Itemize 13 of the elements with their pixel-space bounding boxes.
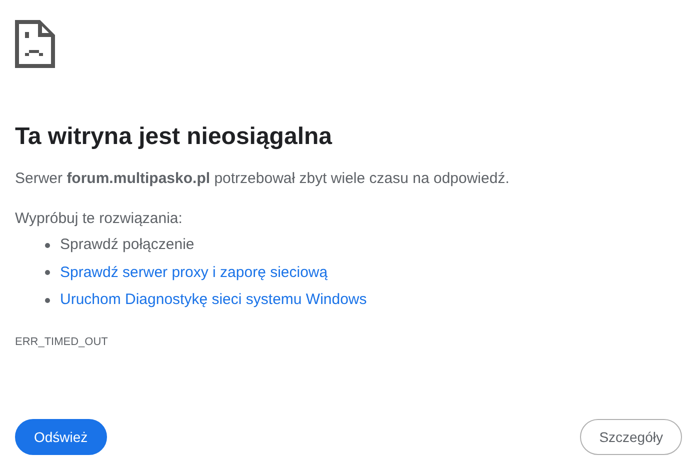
details-button[interactable]: Szczegóły	[580, 419, 682, 455]
suggestion-link[interactable]: Sprawdź serwer proxy i zaporę sieciową	[60, 262, 328, 284]
error-message: Serwer forum.multipasko.pl potrzebował zbyt wiele czasu na odpowiedź.	[15, 169, 510, 189]
suggestion-text: Sprawdź połączenie	[60, 235, 194, 255]
sad-page-icon	[15, 20, 55, 68]
bullet-icon	[45, 242, 50, 248]
suggestions-heading: Wypróbuj te rozwiązania:	[15, 208, 184, 228]
reload-button[interactable]: Odśwież	[15, 419, 107, 455]
error-code: ERR_TIMED_OUT	[15, 334, 109, 350]
bullet-icon	[45, 270, 50, 276]
page-title: Ta witryna jest nieosiągalna	[15, 122, 334, 152]
suggestion-link[interactable]: Uruchom Diagnostykę sieci systemu Windows	[60, 289, 367, 312]
bullet-icon	[45, 298, 50, 303]
